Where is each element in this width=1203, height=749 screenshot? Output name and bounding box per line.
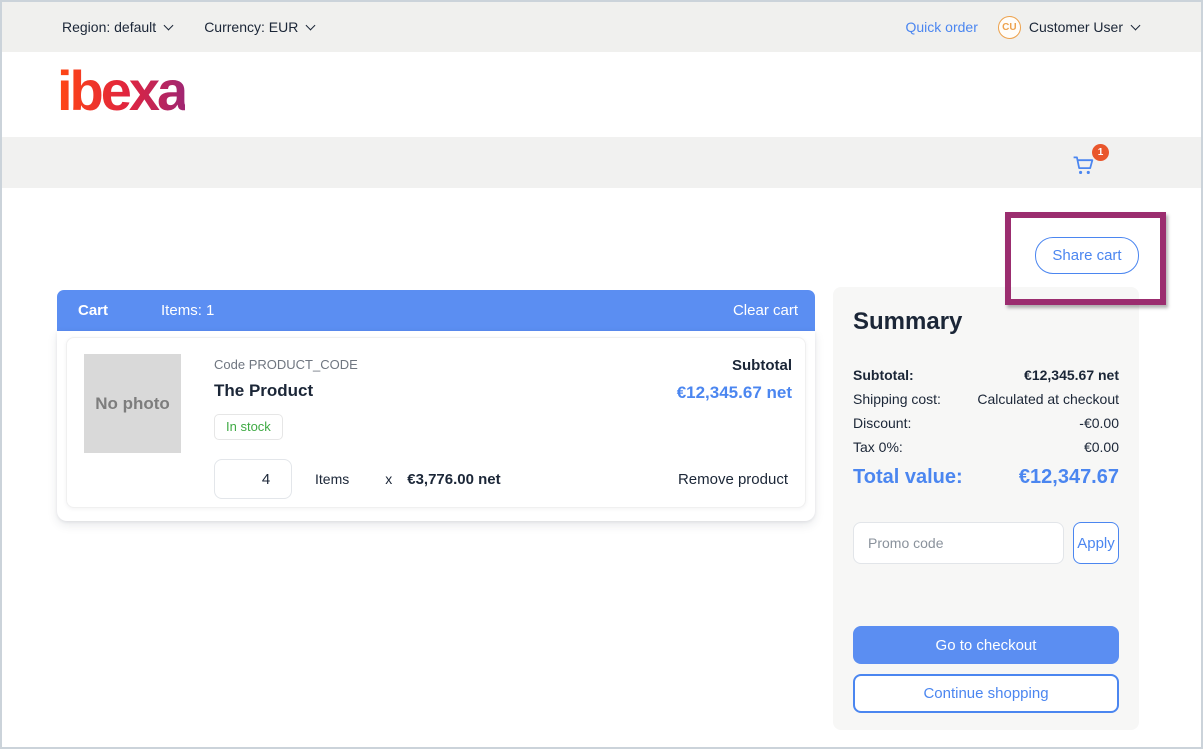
- storefront-page: Region: default Currency: EUR Quick orde…: [0, 0, 1203, 749]
- summary-label: Discount:: [853, 415, 911, 431]
- chevron-down-icon: [1131, 21, 1141, 31]
- item-subtotal-value: €12,345.67 net: [677, 383, 792, 403]
- item-subtotal-label: Subtotal: [677, 357, 792, 374]
- cart-item: No photo Code PRODUCT_CODE The Product I…: [66, 337, 806, 508]
- product-info: Code PRODUCT_CODE The Product In stock: [214, 354, 677, 453]
- continue-shopping-button[interactable]: Continue shopping: [853, 674, 1119, 713]
- user-name: Customer User: [1029, 19, 1123, 35]
- product-photo-placeholder: No photo: [84, 354, 181, 453]
- unit-price: €3,776.00 net: [407, 471, 500, 488]
- top-bar: Region: default Currency: EUR Quick orde…: [2, 2, 1201, 52]
- cart-title: Cart: [78, 302, 108, 319]
- cart-badge: 1: [1092, 144, 1109, 161]
- region-label: Region: default: [62, 19, 156, 35]
- summary-row-discount: Discount: -€0.00: [853, 415, 1119, 431]
- summary-value: Calculated at checkout: [977, 391, 1119, 407]
- top-bar-right: Quick order CU Customer User: [906, 16, 1140, 39]
- currency-label: Currency: EUR: [204, 19, 298, 35]
- remove-product-link[interactable]: Remove product: [678, 471, 788, 488]
- cart-items-count: Items: 1: [161, 302, 214, 319]
- stock-status-badge: In stock: [214, 414, 283, 440]
- summary-label: Subtotal:: [853, 367, 914, 383]
- region-selector[interactable]: Region: default: [62, 19, 172, 35]
- product-name: The Product: [214, 381, 677, 401]
- user-menu[interactable]: CU Customer User: [998, 16, 1139, 39]
- item-subtotal: Subtotal €12,345.67 net: [677, 354, 792, 453]
- summary-value: €12,345.67 net: [1024, 367, 1119, 383]
- currency-selector[interactable]: Currency: EUR: [204, 19, 314, 35]
- cart-body: No photo Code PRODUCT_CODE The Product I…: [57, 331, 815, 521]
- summary-label: Shipping cost:: [853, 391, 941, 407]
- summary-value: -€0.00: [1079, 415, 1119, 431]
- total-value-row: Total value: €12,347.67: [853, 466, 1119, 489]
- product-code: Code PRODUCT_CODE: [214, 357, 677, 372]
- cart-button[interactable]: 1: [1071, 148, 1105, 180]
- summary-row-subtotal: Subtotal: €12,345.67 net: [853, 367, 1119, 383]
- summary-panel: Summary Subtotal: €12,345.67 net Shippin…: [833, 287, 1139, 730]
- total-value: €12,347.67: [1019, 466, 1119, 489]
- quantity-row: Items x €3,776.00 net Remove product: [214, 459, 792, 499]
- nav-bar: 1: [2, 137, 1201, 188]
- quick-order-link[interactable]: Quick order: [906, 19, 978, 35]
- promo-code-row: Apply: [853, 522, 1119, 564]
- summary-label: Tax 0%:: [853, 439, 903, 455]
- chevron-down-icon: [164, 21, 174, 31]
- cart-panel: Cart Items: 1 Clear cart No photo Code P…: [57, 290, 815, 521]
- summary-title: Summary: [853, 308, 1119, 336]
- total-label: Total value:: [853, 466, 963, 489]
- share-cart-button[interactable]: Share cart: [1035, 237, 1139, 274]
- promo-code-input[interactable]: [853, 522, 1064, 564]
- multiply-sign: x: [385, 471, 392, 487]
- summary-row-shipping: Shipping cost: Calculated at checkout: [853, 391, 1119, 407]
- go-to-checkout-button[interactable]: Go to checkout: [853, 626, 1119, 664]
- chevron-down-icon: [306, 21, 316, 31]
- avatar: CU: [998, 16, 1021, 39]
- top-bar-left: Region: default Currency: EUR: [62, 19, 314, 35]
- summary-value: €0.00: [1084, 439, 1119, 455]
- logo-band: ibexa: [2, 52, 1201, 137]
- main-content: Share cart Cart Items: 1 Clear cart No p…: [2, 188, 1201, 747]
- items-label: Items: [315, 471, 349, 487]
- apply-promo-button[interactable]: Apply: [1073, 522, 1119, 564]
- summary-row-tax: Tax 0%: €0.00: [853, 439, 1119, 455]
- quantity-input[interactable]: [214, 459, 292, 499]
- ibexa-logo[interactable]: ibexa: [57, 63, 185, 127]
- cart-item-top-row: No photo Code PRODUCT_CODE The Product I…: [84, 354, 792, 453]
- cart-header: Cart Items: 1 Clear cart: [57, 290, 815, 331]
- clear-cart-link[interactable]: Clear cart: [733, 302, 798, 319]
